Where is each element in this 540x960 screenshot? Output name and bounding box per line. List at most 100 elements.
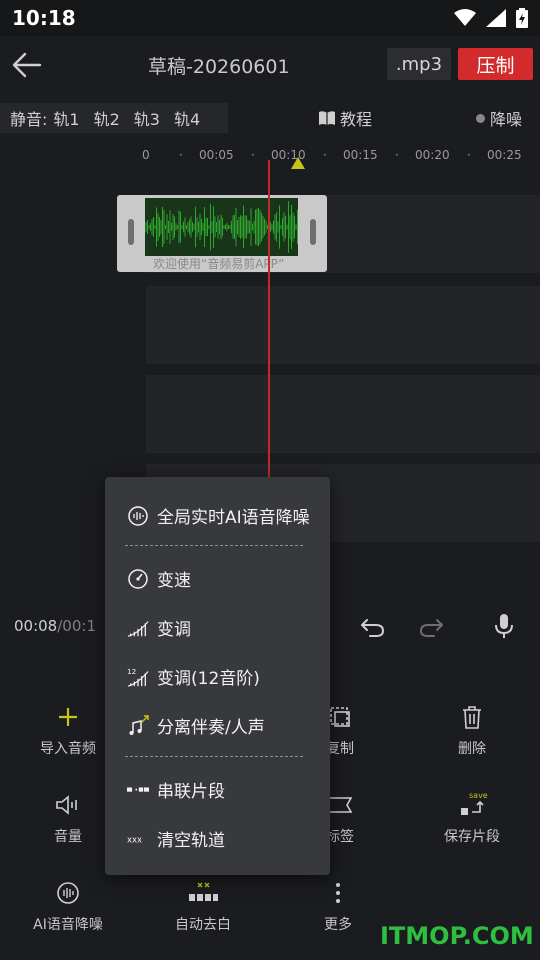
menu-separate-vocals[interactable]: 分离伴奏/人声 [127,713,265,738]
ai-denoise-icon [57,882,79,904]
mute-track-1[interactable]: 轨1 [53,106,79,130]
effects-popup-menu: 全局实时AI语音降噪 变速 变调 12 变调(12音阶) 分离伴奏/人声 串联片… [105,477,330,875]
denoise-toggle[interactable]: 降噪 [476,106,522,130]
mute-track-2[interactable]: 轨2 [94,106,120,130]
clear-icon-text: xxx [127,834,142,844]
ai-denoise-icon [128,505,148,526]
microphone-icon[interactable] [490,612,518,640]
speaker-icon [56,795,77,815]
auto-silence-label: 自动去白 [175,917,231,933]
menu-item-label: 清空轨道 [157,831,225,851]
clip-waveform [145,198,298,256]
tag-label: 标签 [326,829,354,845]
save-clip-button[interactable]: save 保存片段 [422,788,522,846]
watermark-logo: ITMOP.COM [380,922,534,950]
pitch-12-icon: 12 [127,667,149,687]
playhead-marker-icon[interactable] [291,157,305,169]
total-time: 00:1 [62,617,96,635]
ai-denoise-button[interactable]: AI语音降噪 [18,876,118,934]
copy-label: 复制 [326,741,354,757]
menu-item-label: 变调 [157,620,191,640]
concat-icon [127,786,149,792]
toggle-dot-icon [476,113,485,123]
menu-item-label: 变速 [157,571,191,591]
time-ruler[interactable]: 0 · 00:05 · 00:10 · 00:15 · 00:20 · 00:2… [0,146,540,166]
wifi-icon [454,9,476,26]
tag-icon [328,797,353,813]
status-time: 10:18 [12,6,76,30]
volume-label: 音量 [54,829,82,845]
battery-icon [516,8,528,28]
delete-label: 删除 [458,741,486,757]
menu-speed[interactable]: 变速 [127,566,191,591]
music-separate-icon [129,714,149,735]
menu-pitch-12[interactable]: 12 变调(12音阶) [127,664,260,689]
playback-time: 00:08/00:1 [14,617,96,635]
delete-button[interactable]: 删除 [422,700,522,758]
redo-icon[interactable] [418,612,446,640]
audio-clip[interactable]: 欢迎使用“音频易剪APP” [117,195,327,272]
track-2[interactable] [146,286,540,364]
track-3[interactable] [146,375,540,453]
status-icons [454,8,528,28]
menu-global-ai-denoise[interactable]: 全局实时AI语音降噪 [127,503,310,528]
back-arrow-icon[interactable] [10,50,44,80]
more-button[interactable]: 更多 [288,876,388,934]
auto-silence-icon [189,882,218,901]
signal-icon [486,9,506,27]
ruler-tick: · [323,148,327,162]
draft-title: 草稿-20260601 [148,56,290,78]
save-badge-text: save [469,791,488,800]
denoise-toggle-label: 降噪 [490,110,523,129]
pitch-12-badge: 12 [127,667,136,676]
pitch-bars-icon [127,620,149,637]
save-clip-icon: save [461,791,488,815]
ruler-tick: 00:20 [415,148,450,162]
auto-silence-button[interactable]: 自动去白 [153,876,253,934]
mute-label: 静音: [10,110,48,129]
save-clip-label: 保存片段 [444,829,500,845]
menu-pitch[interactable]: 变调 [127,615,191,640]
book-icon [319,111,335,125]
menu-divider [125,756,303,757]
undo-icon[interactable] [358,612,386,640]
import-audio-label: 导入音频 [40,741,96,757]
menu-item-label: 分离伴奏/人声 [157,718,265,738]
compress-button[interactable]: 压制 [458,48,533,80]
mute-track-4[interactable]: 轨4 [174,106,200,130]
menu-item-label: 串联片段 [157,782,225,802]
ruler-tick: 00:05 [199,148,234,162]
clip-label: 欢迎使用“音频易剪APP” [153,257,285,271]
menu-item-label: 变调(12音阶) [157,669,260,689]
plus-icon [59,708,77,726]
menu-concat-clips[interactable]: 串联片段 [127,777,225,802]
ruler-tick: 00:15 [343,148,378,162]
ruler-tick: · [251,148,255,162]
trash-icon [463,706,481,729]
menu-item-label: 全局实时AI语音降噪 [157,508,310,528]
current-time: 00:08 [14,617,58,635]
tutorial-link[interactable]: 教程 [318,106,372,130]
ai-denoise-label: AI语音降噪 [33,917,103,933]
format-button[interactable]: .mp3 [387,48,451,80]
ruler-tick: · [467,148,471,162]
volume-button[interactable]: 音量 [18,788,118,846]
header: 草稿-20260601 .mp3 压制 [0,36,540,94]
menu-divider [125,545,303,546]
import-audio-button[interactable]: 导入音频 [18,700,118,758]
clear-track-icon: xxx [127,834,142,844]
menu-clear-track[interactable]: xxx 清空轨道 [127,826,225,851]
clip-right-handle[interactable] [310,219,316,245]
speedometer-icon [128,568,148,589]
mute-bar: 静音: 轨1 轨2 轨3 轨4 [0,103,228,133]
more-vertical-icon [336,883,340,903]
tutorial-label: 教程 [340,110,373,129]
copy-icon [330,707,350,727]
more-label: 更多 [324,917,352,933]
mute-track-3[interactable]: 轨3 [134,106,160,130]
ruler-tick: · [395,148,399,162]
clip-left-handle[interactable] [128,219,134,245]
playhead-line[interactable] [268,160,270,480]
ruler-tick: 0 [142,148,150,162]
ruler-tick: · [179,148,183,162]
